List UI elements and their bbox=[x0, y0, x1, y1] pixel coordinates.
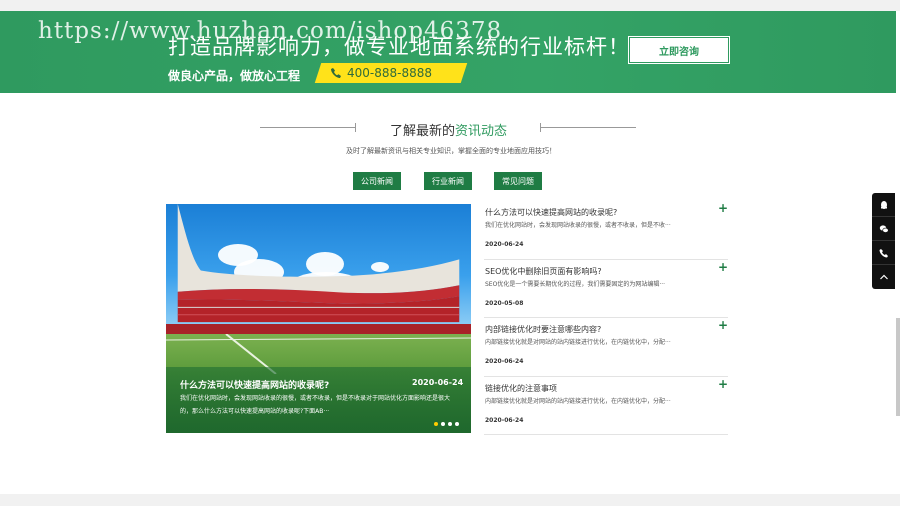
footer-strip bbox=[0, 494, 900, 506]
section-subtitle: 及时了解最新资讯与相关专业知识，掌握全面的专业地面应用技巧！ bbox=[346, 147, 556, 155]
consult-button[interactable]: 立即咨询 bbox=[630, 38, 728, 62]
section-title: 了解最新的资讯动态 bbox=[390, 120, 507, 139]
contact-banner: 打造品牌影响力，做专业地面系统的行业标杆！ 做良心产品，做放心工程 400-88… bbox=[0, 11, 896, 93]
plus-icon[interactable]: + bbox=[718, 260, 728, 274]
featured-news-card[interactable]: 什么方法可以快速提高网站的收录呢? 2020-06-24 我们在优化网站时，会发… bbox=[166, 204, 471, 433]
phone-icon bbox=[330, 67, 342, 79]
news-title[interactable]: 什么方法可以快速提高网站的收录呢? bbox=[485, 207, 617, 218]
news-description: 我们在优化网站时，会发现网站收录的很慢，或者不收录，但是不收··· bbox=[485, 222, 671, 229]
qq-button[interactable] bbox=[872, 193, 895, 217]
news-description: SEO优化是一个需要长期优化的过程，我们需要固定的为网站编辑··· bbox=[485, 280, 666, 288]
news-date: 2020-06-24 bbox=[485, 241, 524, 248]
news-description: 内部链接优化就是对网站的站内链接进行优化，在内链优化中，分配··· bbox=[485, 339, 671, 346]
news-title[interactable]: 内部链接优化时要注意哪些内容? bbox=[485, 324, 601, 335]
floating-toolbar bbox=[872, 193, 895, 289]
section-title-highlight: 资讯动态 bbox=[455, 124, 508, 139]
news-date: 2020-06-24 bbox=[485, 416, 524, 424]
wechat-icon bbox=[879, 224, 889, 233]
banner-title: 打造品牌影响力，做专业地面系统的行业标杆！ bbox=[168, 35, 630, 59]
news-item[interactable]: 什么方法可以快速提高网站的收录呢? 我们在优化网站时，会发现网站收录的很慢，或者… bbox=[484, 201, 728, 260]
scrollbar-thumb[interactable] bbox=[896, 318, 900, 416]
back-to-top-icon bbox=[879, 274, 888, 280]
featured-title[interactable]: 什么方法可以快速提高网站的收录呢? bbox=[180, 378, 329, 391]
news-item[interactable]: SEO优化中删除旧页面有影响吗? SEO优化是一个需要长期优化的过程，我们需要固… bbox=[484, 260, 728, 318]
phone-number-tag[interactable]: 400-888-8888 bbox=[330, 64, 432, 82]
news-tabs: 公司新闻 行业新闻 常见问题 bbox=[0, 172, 900, 190]
stadium-stands bbox=[166, 324, 471, 334]
news-item[interactable]: 内部链接优化时要注意哪些内容? 内部链接优化就是对网站的站内链接进行优化，在内链… bbox=[484, 318, 728, 377]
tab-company-news[interactable]: 公司新闻 bbox=[353, 172, 401, 190]
news-title[interactable]: SEO优化中删除旧页面有影响吗? bbox=[485, 266, 602, 277]
news-title[interactable]: 链接优化的注意事项 bbox=[485, 383, 557, 394]
carousel-dot[interactable] bbox=[448, 422, 452, 426]
heading-divider-left bbox=[260, 123, 356, 132]
news-description: 内部链接优化就是对网站的站内链接进行优化，在内链优化中，分配··· bbox=[485, 397, 671, 405]
news-date: 2020-06-24 bbox=[485, 358, 524, 365]
tab-faq[interactable]: 常见问题 bbox=[494, 172, 542, 190]
plus-icon[interactable]: + bbox=[718, 201, 728, 215]
featured-description: 我们在优化网站时，会发现网站收录的很慢，或者不收录，但是不收录对于网站优化方面影… bbox=[180, 395, 451, 415]
news-item[interactable]: 链接优化的注意事项 内部链接优化就是对网站的站内链接进行优化，在内链优化中，分配… bbox=[484, 377, 728, 435]
stadium-roof bbox=[177, 204, 460, 323]
section-title-prefix: 了解最新的 bbox=[390, 124, 456, 139]
plus-icon[interactable]: + bbox=[718, 318, 728, 332]
banner-subtitle: 做良心产品，做放心工程 bbox=[168, 69, 301, 83]
featured-date: 2020-06-24 bbox=[412, 378, 464, 387]
plus-icon[interactable]: + bbox=[718, 377, 728, 391]
phone-icon bbox=[879, 248, 888, 257]
heading-divider-right bbox=[540, 123, 636, 132]
section-heading: 了解最新的资讯动态 bbox=[0, 118, 900, 140]
carousel-dot[interactable] bbox=[434, 422, 438, 426]
phone-button[interactable] bbox=[872, 241, 895, 265]
back-to-top-button[interactable] bbox=[872, 265, 895, 289]
wechat-button[interactable] bbox=[872, 217, 895, 241]
carousel-dots bbox=[434, 422, 459, 426]
news-list: 什么方法可以快速提高网站的收录呢? 我们在优化网站时，会发现网站收录的很慢，或者… bbox=[484, 201, 728, 435]
tab-industry-news[interactable]: 行业新闻 bbox=[424, 172, 472, 190]
news-date: 2020-05-08 bbox=[485, 299, 524, 307]
carousel-dot[interactable] bbox=[455, 422, 459, 426]
phone-number: 400-888-8888 bbox=[347, 66, 433, 80]
top-strip bbox=[0, 0, 900, 11]
carousel-dot[interactable] bbox=[441, 422, 445, 426]
qq-icon bbox=[880, 200, 887, 209]
